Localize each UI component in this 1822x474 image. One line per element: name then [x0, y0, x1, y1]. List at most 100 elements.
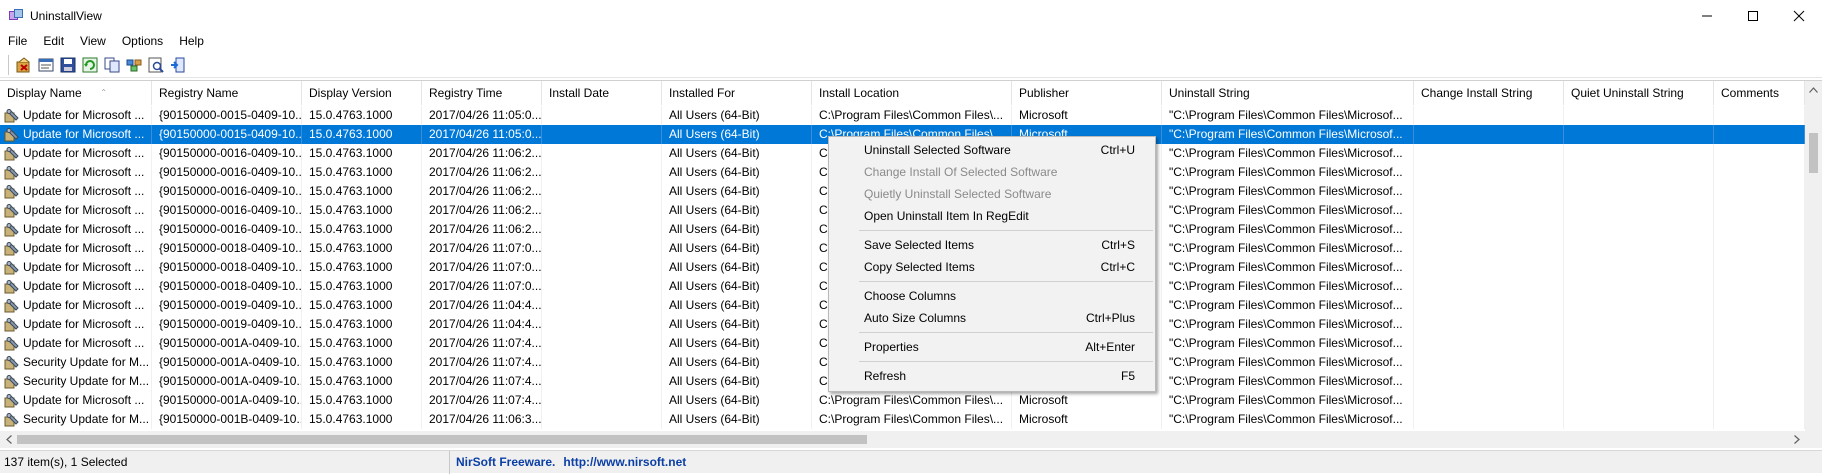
- save-icon: [60, 57, 76, 72]
- regedit-button[interactable]: [123, 54, 145, 76]
- nirsoft-link[interactable]: NirSoft Freeware. http://www.nirsoft.net: [450, 455, 686, 469]
- table-cell: {90150000-0018-0409-10...: [152, 239, 302, 258]
- table-cell: {90150000-0019-0409-10...: [152, 315, 302, 334]
- table-cell: All Users (64-Bit): [662, 353, 812, 372]
- table-cell: [542, 106, 662, 125]
- refresh-button[interactable]: [79, 54, 101, 76]
- column-header[interactable]: Display Version: [302, 81, 422, 105]
- table-cell: "C:\Program Files\Common Files\Microsof.…: [1162, 144, 1414, 163]
- table-row[interactable]: Security Update for M... {90150000-001B-0…: [0, 410, 1805, 429]
- column-header[interactable]: Registry Time: [422, 81, 542, 105]
- properties-button[interactable]: [35, 54, 57, 76]
- status-vendor: NirSoft Freeware.: [456, 455, 556, 469]
- minimize-button[interactable]: [1684, 0, 1730, 31]
- context-menu-item[interactable]: Choose Columns: [829, 285, 1155, 307]
- software-icon: [4, 317, 19, 331]
- scroll-up-button[interactable]: [1805, 81, 1822, 98]
- column-header[interactable]: Install Date: [542, 81, 662, 105]
- uninstall-button[interactable]: [13, 54, 35, 76]
- horizontal-scrollbar[interactable]: [0, 431, 1805, 448]
- column-header[interactable]: Installed For: [662, 81, 812, 105]
- menu-options[interactable]: Options: [114, 31, 171, 51]
- context-menu-item[interactable]: Copy Selected Items Ctrl+C: [829, 256, 1155, 278]
- find-icon: [148, 57, 164, 73]
- display-name-text: Update for Microsoft ...: [23, 336, 145, 350]
- maximize-button[interactable]: [1730, 0, 1776, 31]
- vertical-scroll-thumb[interactable]: [1809, 133, 1818, 173]
- scroll-left-button[interactable]: [0, 431, 17, 448]
- context-menu-item[interactable]: Refresh F5: [829, 365, 1155, 387]
- table-cell: All Users (64-Bit): [662, 296, 812, 315]
- context-menu-item[interactable]: Auto Size Columns Ctrl+Plus: [829, 307, 1155, 329]
- table-cell: [1564, 296, 1714, 315]
- table-cell: [542, 315, 662, 334]
- table-cell: [1714, 391, 1805, 410]
- table-cell: 15.0.4763.1000: [302, 182, 422, 201]
- table-cell: 2017/04/26 11:06:2...: [422, 220, 542, 239]
- table-cell: Security Update for M...: [0, 372, 152, 391]
- table-cell: All Users (64-Bit): [662, 220, 812, 239]
- table-cell: "C:\Program Files\Common Files\Microsof.…: [1162, 372, 1414, 391]
- menu-edit[interactable]: Edit: [35, 31, 72, 51]
- table-cell: [1714, 372, 1805, 391]
- table-cell: [1414, 277, 1564, 296]
- copy-icon: [104, 57, 120, 72]
- menu-file[interactable]: File: [0, 31, 35, 51]
- copy-button[interactable]: [101, 54, 123, 76]
- table-cell: Security Update for M...: [0, 410, 152, 429]
- column-header[interactable]: Display Name ⌃: [0, 81, 152, 105]
- column-header[interactable]: Uninstall String: [1162, 81, 1414, 105]
- close-button[interactable]: [1776, 0, 1822, 31]
- menu-help[interactable]: Help: [171, 31, 212, 51]
- save-button[interactable]: [57, 54, 79, 76]
- column-header[interactable]: Comments: [1714, 81, 1805, 105]
- vertical-scrollbar[interactable]: [1805, 81, 1822, 434]
- table-cell: "C:\Program Files\Common Files\Microsof.…: [1162, 258, 1414, 277]
- table-cell: {90150000-001A-0409-10...: [152, 372, 302, 391]
- table-cell: [542, 334, 662, 353]
- column-header[interactable]: Change Install String: [1414, 81, 1564, 105]
- column-header-label: Install Date: [549, 86, 610, 100]
- scroll-right-button[interactable]: [1788, 431, 1805, 448]
- software-icon: [4, 222, 19, 236]
- table-cell: [1714, 353, 1805, 372]
- column-header[interactable]: Quiet Uninstall String: [1564, 81, 1714, 105]
- table-cell: 2017/04/26 11:07:0...: [422, 277, 542, 296]
- exit-button[interactable]: [167, 54, 189, 76]
- app-icon: [8, 8, 24, 24]
- status-url[interactable]: http://www.nirsoft.net: [563, 455, 686, 469]
- context-menu-shortcut: Alt+Enter: [1085, 340, 1135, 354]
- table-row[interactable]: Update for Microsoft ... {90150000-0015-0…: [0, 106, 1805, 125]
- table-cell: {90150000-001A-0409-10...: [152, 391, 302, 410]
- sort-ascending-icon: ⌃: [100, 88, 107, 97]
- table-cell: Update for Microsoft ...: [0, 258, 152, 277]
- context-menu-label: Refresh: [864, 369, 907, 383]
- context-menu-item[interactable]: Save Selected Items Ctrl+S: [829, 234, 1155, 256]
- window-controls: [1684, 0, 1822, 31]
- menu-view[interactable]: View: [72, 31, 114, 51]
- table-cell: [1564, 372, 1714, 391]
- context-menu-item[interactable]: Uninstall Selected Software Ctrl+U: [829, 139, 1155, 161]
- software-icon: [4, 279, 19, 293]
- table-cell: {90150000-001B-0409-10...: [152, 410, 302, 429]
- display-name-text: Update for Microsoft ...: [23, 127, 145, 141]
- table-cell: [1414, 106, 1564, 125]
- table-row[interactable]: Update for Microsoft ... {90150000-001A-0…: [0, 391, 1805, 410]
- table-cell: 15.0.4763.1000: [302, 410, 422, 429]
- refresh-icon: [82, 57, 98, 72]
- table-cell: 2017/04/26 11:07:4...: [422, 334, 542, 353]
- column-header-row: Display Name ⌃ Registry Name Display Versio…: [0, 81, 1805, 105]
- column-header[interactable]: Install Location: [812, 81, 1012, 105]
- column-header[interactable]: Registry Name: [152, 81, 302, 105]
- display-name-text: Security Update for M...: [23, 374, 150, 388]
- horizontal-scroll-thumb[interactable]: [17, 435, 867, 444]
- find-button[interactable]: [145, 54, 167, 76]
- context-menu-item[interactable]: Open Uninstall Item In RegEdit: [829, 205, 1155, 227]
- software-icon: [4, 355, 19, 369]
- table-cell: All Users (64-Bit): [662, 239, 812, 258]
- table-cell: 15.0.4763.1000: [302, 315, 422, 334]
- menu-separator: [859, 278, 1153, 285]
- column-header[interactable]: Publisher: [1012, 81, 1162, 105]
- table-cell: [1414, 258, 1564, 277]
- context-menu-item[interactable]: Properties Alt+Enter: [829, 336, 1155, 358]
